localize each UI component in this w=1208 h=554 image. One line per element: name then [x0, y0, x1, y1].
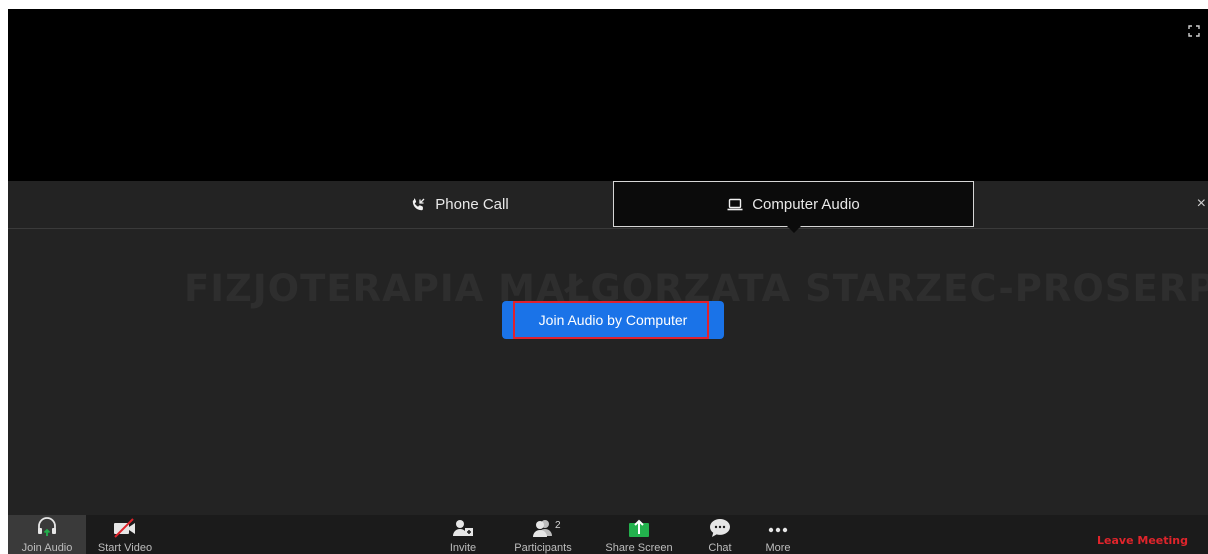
participants-icon	[533, 520, 552, 537]
participants-count: 2	[555, 520, 561, 531]
computer-icon	[727, 198, 743, 211]
join-audio-panel: Phone Call Computer Audio × FIZJOTERAPIA…	[8, 181, 1208, 515]
more-label: More	[765, 542, 791, 554]
start-video-label: Start Video	[97, 542, 153, 554]
share-screen-button[interactable]: Share Screen	[604, 515, 674, 554]
close-icon[interactable]: ×	[1197, 195, 1206, 213]
video-off-icon	[114, 518, 135, 538]
tab-computer-audio-label: Computer Audio	[752, 195, 860, 213]
share-screen-icon	[629, 519, 649, 537]
meeting-toolbar: Join Audio Start Video Invite 2 Particip…	[8, 515, 1208, 554]
tab-phone-call-label: Phone Call	[435, 196, 509, 213]
invite-button[interactable]: Invite	[443, 515, 483, 554]
share-screen-label: Share Screen	[605, 542, 673, 554]
fullscreen-icon[interactable]	[1188, 25, 1200, 37]
chat-label: Chat	[708, 542, 732, 554]
headphones-icon	[38, 517, 56, 536]
leave-meeting-button[interactable]: Leave Meeting	[1097, 534, 1188, 547]
tab-phone-call[interactable]: Phone Call	[308, 181, 612, 228]
participants-label: Participants	[514, 542, 572, 554]
video-area	[8, 9, 1208, 182]
more-button[interactable]: More	[758, 515, 798, 554]
join-audio-button[interactable]: Join Audio	[8, 515, 86, 554]
invite-label: Invite	[449, 542, 477, 554]
participants-button[interactable]: 2 Participants	[513, 515, 573, 554]
join-audio-label: Join Audio	[21, 542, 73, 554]
chat-icon	[710, 519, 730, 537]
phone-icon	[411, 197, 426, 212]
join-audio-by-computer-button[interactable]: Join Audio by Computer	[502, 301, 724, 339]
more-icon	[768, 527, 788, 533]
tab-computer-audio[interactable]: Computer Audio	[613, 181, 974, 233]
chat-button[interactable]: Chat	[698, 515, 742, 554]
start-video-button[interactable]: Start Video	[90, 515, 160, 554]
invite-icon	[453, 520, 473, 536]
audio-tab-bar: Phone Call Computer Audio ×	[8, 181, 1208, 233]
